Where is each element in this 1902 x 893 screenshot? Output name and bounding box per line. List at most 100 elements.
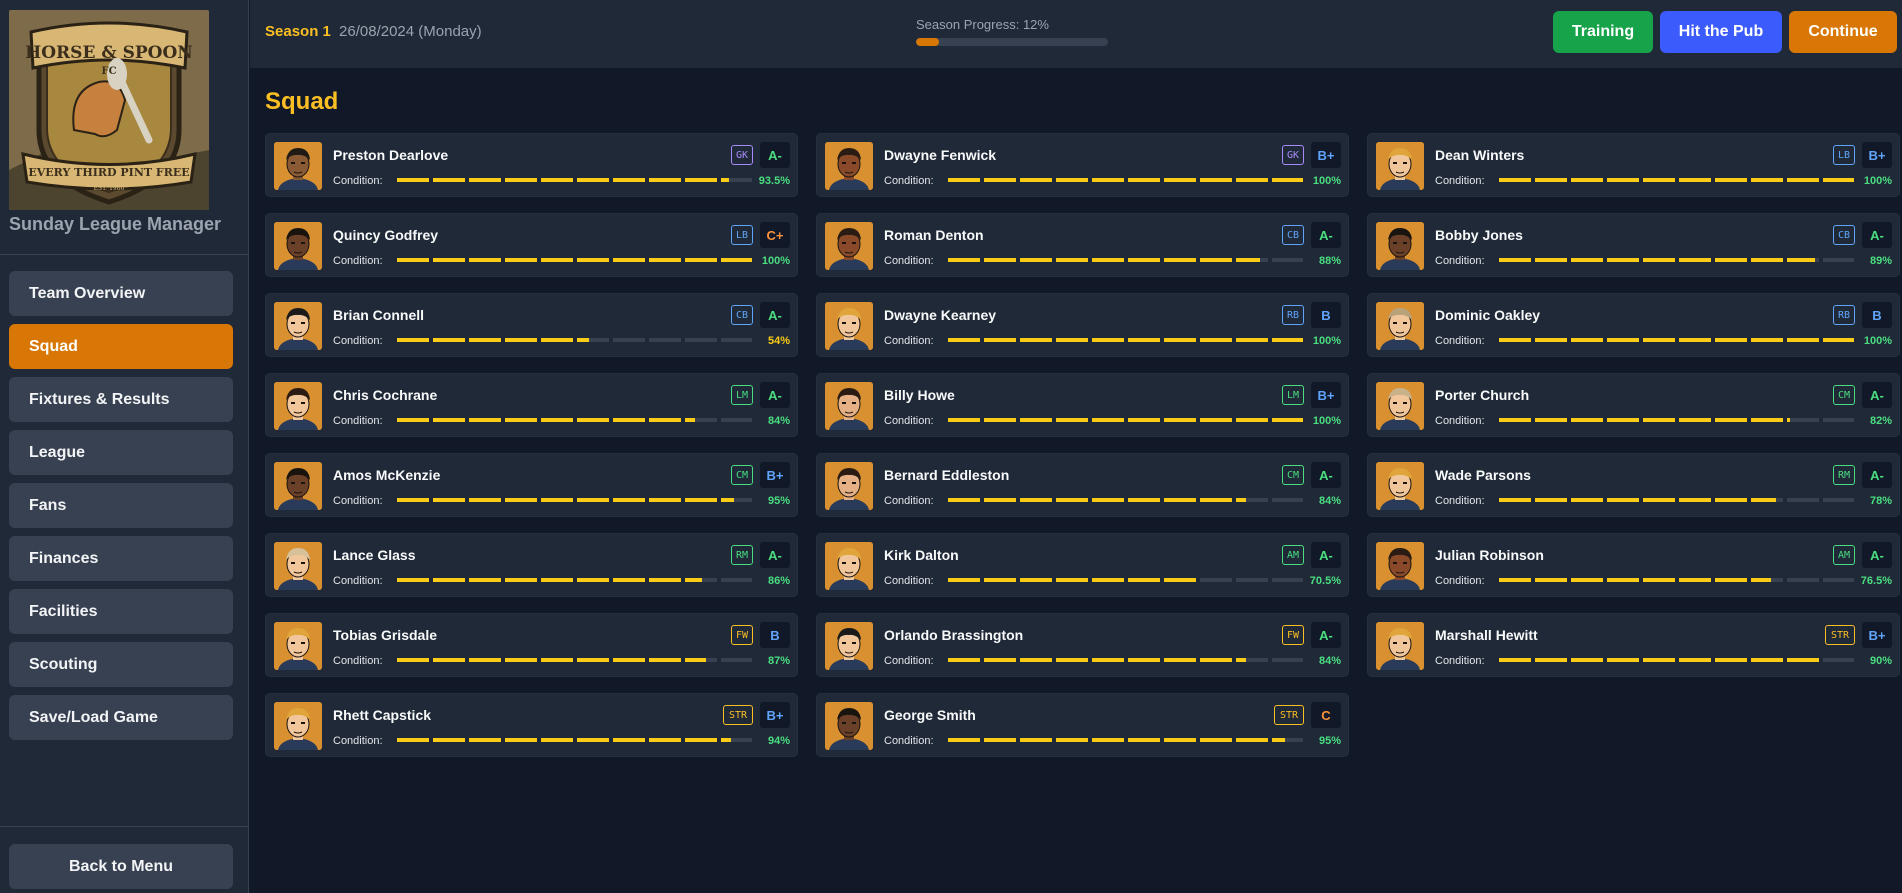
player-card[interactable]: Amos McKenzie CM B+ Condition: 95%: [265, 453, 798, 517]
condition-label: Condition:: [333, 575, 383, 587]
player-card[interactable]: Preston Dearlove GK A- Condition: 93.5%: [265, 133, 798, 197]
position-badge: FW: [1282, 625, 1304, 645]
condition-bar: [948, 578, 1303, 582]
player-card[interactable]: Brian Connell CB A- Condition: 54%: [265, 293, 798, 357]
condition-bar-fill: [397, 738, 731, 742]
player-card[interactable]: Roman Denton CB A- Condition: 88%: [816, 213, 1349, 277]
position-badge: RB: [1282, 305, 1304, 325]
sidebar-item-facilities[interactable]: Facilities: [9, 589, 233, 634]
continue-button[interactable]: Continue: [1789, 11, 1897, 53]
condition-bar: [1499, 498, 1854, 502]
position-badge: STR: [723, 705, 753, 725]
player-name: Preston Dearlove: [333, 147, 449, 163]
condition-bar-fill: [397, 418, 696, 422]
condition-label: Condition:: [884, 335, 934, 347]
player-card[interactable]: George Smith STR C Condition: 95%: [816, 693, 1349, 757]
player-card[interactable]: Tobias Grisdale FW B Condition: 87%: [265, 613, 798, 677]
player-avatar: [1376, 622, 1424, 670]
player-card[interactable]: Dwayne Kearney RB B Condition: 100%: [816, 293, 1349, 357]
sidebar-item-finances[interactable]: Finances: [9, 536, 233, 581]
top-header: Season 1 26/08/2024 (Monday) Season Prog…: [250, 0, 1902, 68]
player-avatar: [825, 142, 873, 190]
player-card[interactable]: Quincy Godfrey LB C+ Condition: 100%: [265, 213, 798, 277]
condition-bar-fill: [1499, 338, 1854, 342]
player-name: Marshall Hewitt: [1435, 627, 1538, 643]
condition-bar-fill: [1499, 258, 1815, 262]
condition-value: 87%: [767, 655, 790, 667]
sidebar-item-save-load-game[interactable]: Save/Load Game: [9, 695, 233, 740]
player-card[interactable]: Billy Howe LM B+ Condition: 100%: [816, 373, 1349, 437]
condition-value: 88%: [1318, 255, 1341, 267]
condition-bar: [948, 178, 1303, 182]
condition-label: Condition:: [333, 335, 383, 347]
rating-badge: A-: [760, 142, 790, 168]
position-badge: RM: [731, 545, 753, 565]
player-portrait-icon: [1376, 462, 1424, 510]
sidebar-item-fans[interactable]: Fans: [9, 483, 233, 528]
condition-bar: [948, 418, 1303, 422]
player-name: Orlando Brassington: [884, 627, 1024, 643]
player-name: Bernard Eddleston: [884, 467, 1010, 483]
player-card[interactable]: Julian Robinson AM A- Condition: 76.5%: [1367, 533, 1900, 597]
position-badge: GK: [731, 145, 753, 165]
condition-label: Condition:: [333, 495, 383, 507]
player-name: Roman Denton: [884, 227, 984, 243]
hit-the-pub-button[interactable]: Hit the Pub: [1660, 11, 1782, 53]
player-card[interactable]: Chris Cochrane LM A- Condition: 84%: [265, 373, 798, 437]
condition-label: Condition:: [1435, 655, 1485, 667]
training-button[interactable]: Training: [1553, 11, 1653, 53]
divider: [0, 826, 249, 827]
player-name: George Smith: [884, 707, 976, 723]
player-portrait-icon: [274, 382, 322, 430]
current-date: 26/08/2024 (Monday): [339, 23, 482, 40]
player-card[interactable]: Dwayne Fenwick GK B+ Condition: 100%: [816, 133, 1349, 197]
condition-bar-fill: [948, 338, 1303, 342]
player-card[interactable]: Bernard Eddleston CM A- Condition: 84%: [816, 453, 1349, 517]
sidebar-item-fixtures-results[interactable]: Fixtures & Results: [9, 377, 233, 422]
player-card[interactable]: Dean Winters LB B+ Condition: 100%: [1367, 133, 1900, 197]
position-badge: CM: [1833, 385, 1855, 405]
player-card[interactable]: Lance Glass RM A- Condition: 86%: [265, 533, 798, 597]
back-to-menu-button[interactable]: Back to Menu: [9, 844, 233, 889]
player-card[interactable]: Dominic Oakley RB B Condition: 100%: [1367, 293, 1900, 357]
player-portrait-icon: [825, 222, 873, 270]
player-card[interactable]: Kirk Dalton AM A- Condition: 70.5%: [816, 533, 1349, 597]
player-name: Rhett Capstick: [333, 707, 432, 723]
player-name: Kirk Dalton: [884, 547, 959, 563]
player-portrait-icon: [825, 142, 873, 190]
condition-label: Condition:: [1435, 495, 1485, 507]
condition-bar: [397, 418, 752, 422]
player-name: Tobias Grisdale: [333, 627, 437, 643]
rating-badge: B: [1862, 302, 1892, 328]
condition-label: Condition:: [884, 495, 934, 507]
position-badge: RB: [1833, 305, 1855, 325]
player-card[interactable]: Bobby Jones CB A- Condition: 89%: [1367, 213, 1900, 277]
app-title: Sunday League Manager: [9, 214, 222, 234]
sidebar: HORSE & SPOON FC EVERY THIRD PINT FREE E…: [0, 0, 249, 893]
player-name: Amos McKenzie: [333, 467, 441, 483]
rating-badge: B+: [1311, 382, 1341, 408]
condition-bar: [397, 338, 752, 342]
player-card[interactable]: Wade Parsons RM A- Condition: 78%: [1367, 453, 1900, 517]
condition-label: Condition:: [333, 655, 383, 667]
sidebar-item-team-overview[interactable]: Team Overview: [9, 271, 233, 316]
condition-bar-fill: [948, 178, 1303, 182]
condition-bar: [1499, 258, 1854, 262]
player-avatar: [274, 462, 322, 510]
rating-badge: B+: [1311, 142, 1341, 168]
sidebar-item-squad[interactable]: Squad: [9, 324, 233, 369]
player-card[interactable]: Porter Church CM A- Condition: 82%: [1367, 373, 1900, 437]
player-card[interactable]: Orlando Brassington FW A- Condition: 84%: [816, 613, 1349, 677]
condition-value: 84%: [767, 415, 790, 427]
sidebar-item-scouting[interactable]: Scouting: [9, 642, 233, 687]
condition-value: 100%: [1863, 335, 1892, 347]
svg-text:EVERY THIRD PINT FREE: EVERY THIRD PINT FREE: [28, 166, 189, 179]
sidebar-item-league[interactable]: League: [9, 430, 233, 475]
player-card[interactable]: Marshall Hewitt STR B+ Condition: 90%: [1367, 613, 1900, 677]
condition-bar: [948, 738, 1303, 742]
player-avatar: [1376, 142, 1424, 190]
player-card[interactable]: Rhett Capstick STR B+ Condition: 94%: [265, 693, 798, 757]
condition-label: Condition:: [333, 735, 383, 747]
condition-bar-fill: [397, 578, 703, 582]
player-name: Lance Glass: [333, 547, 416, 563]
